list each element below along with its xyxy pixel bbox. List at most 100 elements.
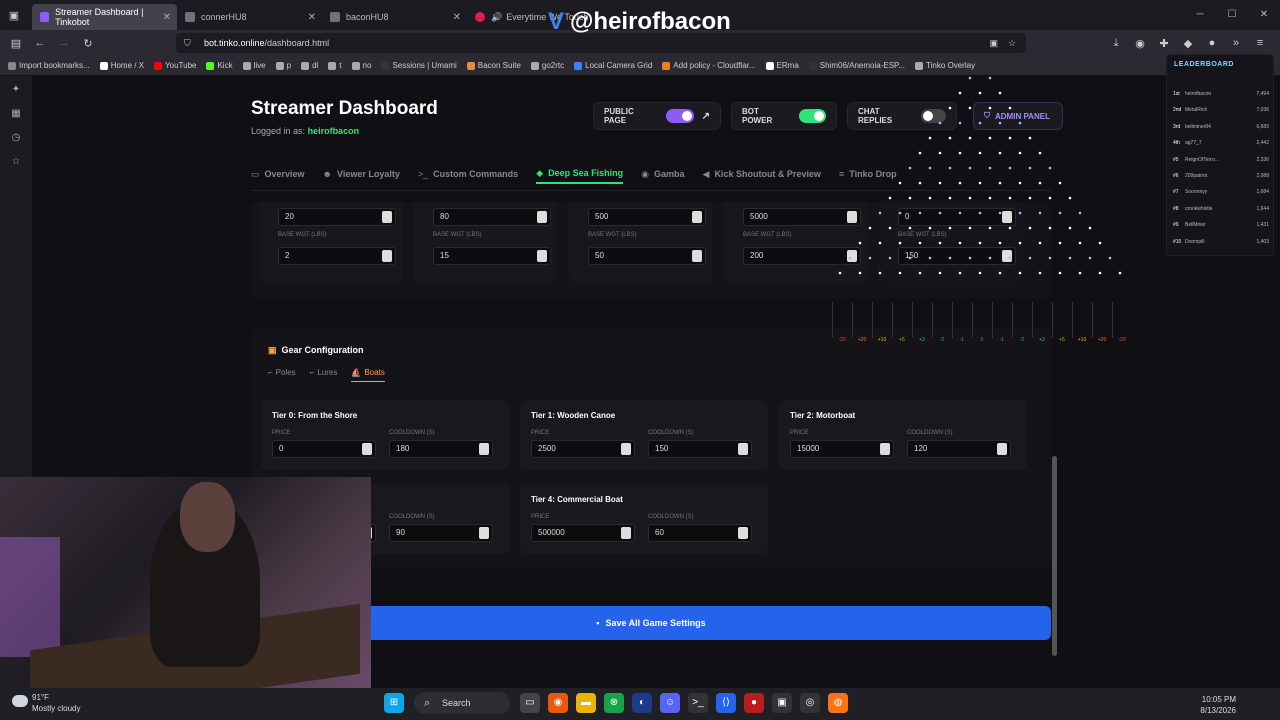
cooldown-input[interactable]: 180 <box>389 440 493 458</box>
forward-icon[interactable]: → <box>52 37 76 49</box>
extensions-icon[interactable]: ✚ <box>1152 37 1176 50</box>
bookmark-item[interactable]: Local Camera Grid <box>574 61 652 70</box>
stepper-icon[interactable] <box>692 211 702 223</box>
blender-icon[interactable]: ◍ <box>828 693 848 713</box>
cooldown-input[interactable]: 90 <box>389 524 493 542</box>
tab-overview[interactable]: ▭ Overview <box>251 164 305 184</box>
bookmark-item[interactable]: YouTube <box>154 61 196 70</box>
stepper-icon[interactable] <box>537 211 547 223</box>
gear-tab-poles[interactable]: ⌐ Poles <box>268 368 296 382</box>
base-weight-input[interactable]: 15 <box>433 247 551 265</box>
tab-viewer-loyalty[interactable]: ☻ Viewer Loyalty <box>323 164 400 184</box>
base-weight-input[interactable]: 200 <box>743 247 861 265</box>
save-all-button[interactable]: ▪ Save All Game Settings <box>251 606 1051 640</box>
stepper-icon[interactable] <box>362 443 372 455</box>
xbox-icon[interactable]: ⊗ <box>604 693 624 713</box>
base-weight-input[interactable]: 150 <box>898 247 1016 265</box>
taskbar-search[interactable]: Search <box>414 692 510 714</box>
fish-top-value-input[interactable]: 500 <box>588 208 706 226</box>
app-window-icon[interactable]: ▣ <box>772 693 792 713</box>
fish-top-value-input[interactable]: 80 <box>433 208 551 226</box>
bookmarks-icon[interactable]: ☆ <box>0 150 32 174</box>
bookmark-item[interactable]: no <box>351 61 371 70</box>
obs-icon[interactable]: ◎ <box>800 693 820 713</box>
public-page-toggle[interactable] <box>666 109 694 123</box>
bookmark-item[interactable]: Home / X <box>99 61 144 70</box>
extension-icon[interactable]: ◆ <box>1176 37 1200 50</box>
tab-tinko-drop[interactable]: ≡ Tinko Drop <box>839 164 897 184</box>
price-input[interactable]: 2500 <box>531 440 635 458</box>
weather-widget[interactable]: 91°F Mostly cloudy <box>12 692 80 714</box>
stepper-icon[interactable] <box>847 211 857 223</box>
minimize-icon[interactable]: ─ <box>1184 0 1216 30</box>
stepper-icon[interactable] <box>847 250 857 262</box>
bookmark-item[interactable]: Shim06/Anemoia-ESP... <box>808 61 905 70</box>
cooldown-input[interactable]: 60 <box>648 524 752 542</box>
back-icon[interactable]: ← <box>28 37 52 49</box>
bot-power-toggle[interactable] <box>799 109 826 123</box>
gear-tab-lures[interactable]: ⌐ Lures <box>310 368 338 382</box>
menu-icon[interactable]: ≡ <box>1248 37 1272 49</box>
profile-icon[interactable]: ● <box>1200 37 1224 49</box>
stepper-icon[interactable] <box>382 250 392 262</box>
tab-list-icon[interactable]: ▣ <box>2 9 26 22</box>
stepper-icon[interactable] <box>738 443 748 455</box>
stepper-icon[interactable] <box>1002 211 1012 223</box>
close-tab-icon[interactable]: ✕ <box>163 12 171 23</box>
stepper-icon[interactable] <box>621 443 631 455</box>
bookmark-item[interactable]: p <box>275 61 291 70</box>
stepper-icon[interactable] <box>738 527 748 539</box>
base-weight-input[interactable]: 50 <box>588 247 706 265</box>
tab-baconhu8[interactable]: baconHU8 ✕ <box>322 4 467 30</box>
cooldown-input[interactable]: 150 <box>648 440 752 458</box>
download-icon[interactable]: ⤓ <box>1104 37 1128 50</box>
chat-replies-toggle[interactable] <box>920 109 946 123</box>
bookmark-item[interactable]: ERma <box>765 61 799 70</box>
file-explorer-icon[interactable]: ▬ <box>576 693 596 713</box>
ai-chat-icon[interactable]: ✦ <box>0 78 32 102</box>
close-window-icon[interactable]: ✕ <box>1248 0 1280 30</box>
address-bar[interactable]: ⛉ bot.tinko.online/dashboard.html ▣ ☆ <box>176 33 1026 53</box>
base-weight-input[interactable]: 2 <box>278 247 396 265</box>
bookmark-item[interactable]: Add policy - Cloudflar... <box>662 61 756 70</box>
tab-streamer-dashboard[interactable]: Streamer Dashboard | Tinkobot ✕ <box>32 4 177 30</box>
reload-icon[interactable]: ↻ <box>76 37 100 50</box>
firefox-icon[interactable]: ◉ <box>548 693 568 713</box>
overflow-icon[interactable]: » <box>1224 37 1248 49</box>
bookmark-item[interactable]: t <box>328 61 342 70</box>
recorder-icon[interactable]: ● <box>744 693 764 713</box>
fish-top-value-input[interactable]: 5000 <box>743 208 861 226</box>
speaker-icon[interactable]: 🔊 <box>491 12 502 23</box>
stepper-icon[interactable] <box>479 443 489 455</box>
price-input[interactable]: 500000 <box>531 524 635 542</box>
gear-tab-boats[interactable]: ⛵ Boats <box>351 368 385 382</box>
stepper-icon[interactable] <box>621 527 631 539</box>
bookmark-item[interactable]: dl <box>301 61 318 70</box>
taskbar-clock[interactable]: 10:05 PM 8/13/2026 <box>1200 694 1236 716</box>
stepper-icon[interactable] <box>997 443 1007 455</box>
sidebar-toggle-icon[interactable]: ▤ <box>4 37 28 50</box>
tabs-icon[interactable]: ▦ <box>0 102 32 126</box>
stepper-icon[interactable] <box>537 250 547 262</box>
fish-top-value-input[interactable]: 20 <box>278 208 396 226</box>
tab-custom-commands[interactable]: >_ Custom Commands <box>418 164 518 184</box>
tab-gamba[interactable]: ◉ Gamba <box>641 164 684 184</box>
tab-connerhu8[interactable]: connerHU8 ✕ <box>177 4 322 30</box>
task-view-icon[interactable]: ▭ <box>520 693 540 713</box>
discord-icon[interactable]: ☺ <box>660 693 680 713</box>
tab-kick-shoutout-preview[interactable]: ◀ Kick Shoutout & Preview <box>703 164 821 184</box>
maximize-icon[interactable]: ☐ <box>1216 0 1248 30</box>
terminal-icon[interactable]: >_ <box>688 693 708 713</box>
bookmark-item[interactable]: Sessions | Umami <box>381 61 457 70</box>
close-tab-icon[interactable]: ✕ <box>308 12 316 23</box>
stepper-icon[interactable] <box>880 443 890 455</box>
bookmark-item[interactable]: Kick <box>206 61 233 70</box>
history-icon[interactable]: ◷ <box>0 126 32 150</box>
bookmark-item[interactable]: go2rtc <box>530 61 564 70</box>
windows-start-icon[interactable]: ⊞ <box>384 693 404 713</box>
fish-top-value-input[interactable]: 0 <box>898 208 1016 226</box>
bookmark-item[interactable]: live <box>242 61 266 70</box>
bookmark-item[interactable]: Tinko Overlay <box>915 61 975 70</box>
price-input[interactable]: 0 <box>272 440 376 458</box>
stepper-icon[interactable] <box>1002 250 1012 262</box>
